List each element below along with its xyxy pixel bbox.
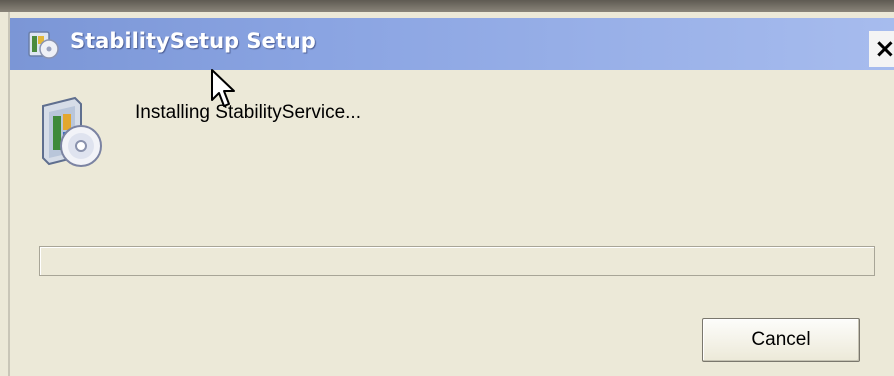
- status-text: Installing StabilityService...: [135, 102, 361, 123]
- install-progress-bar: [39, 246, 875, 276]
- title-bar[interactable]: StabilitySetup Setup ×: [10, 18, 894, 70]
- mouse-pointer-icon: [211, 69, 235, 107]
- setup-dialog: StabilitySetup Setup × Installing Stabil…: [8, 12, 894, 376]
- desktop-background-strip: [0, 0, 894, 12]
- setup-installer-icon: [42, 96, 102, 167]
- close-button[interactable]: ×: [869, 31, 894, 67]
- window-title: StabilitySetup Setup: [70, 29, 316, 53]
- close-icon: ×: [874, 34, 894, 64]
- setup-installer-icon: [28, 31, 59, 59]
- cancel-button[interactable]: Cancel: [702, 318, 860, 362]
